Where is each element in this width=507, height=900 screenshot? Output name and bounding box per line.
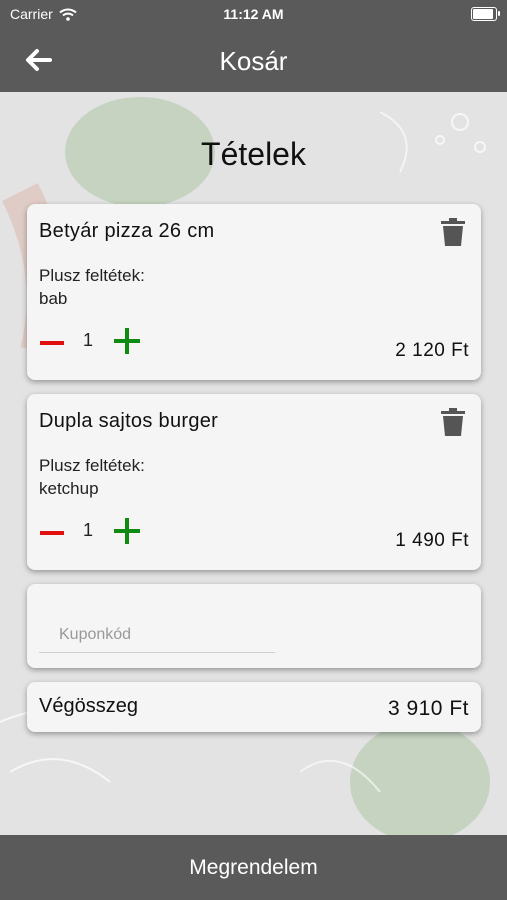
item-name: Betyár pizza 26 cm [39, 220, 215, 242]
decrease-quantity-button[interactable] [39, 520, 65, 546]
quantity-value: 1 [83, 520, 94, 540]
cart-item: Betyár pizza 26 cm Plusz feltétek: bab 1… [27, 204, 481, 380]
decrease-quantity-button[interactable] [39, 330, 65, 356]
item-name: Dupla sajtos burger [39, 410, 219, 432]
extras-value: ketchup [39, 479, 99, 498]
status-bar: Carrier 11:12 AM [0, 0, 507, 28]
extras-value: bab [39, 289, 68, 308]
items-heading: Tételek [201, 136, 306, 172]
item-price: 1 490 Ft [395, 530, 469, 551]
trash-icon[interactable] [441, 408, 465, 436]
coupon-input[interactable] [39, 618, 275, 653]
order-button[interactable]: Megrendelem [0, 835, 507, 900]
page-title: Kosár [219, 46, 288, 76]
increase-quantity-button[interactable] [114, 518, 140, 544]
coupon-card [27, 584, 481, 668]
extras-label: Plusz feltétek: [39, 266, 145, 285]
status-time: 11:12 AM [223, 6, 284, 22]
total-card: Végösszeg 3 910 Ft [27, 682, 481, 732]
trash-icon[interactable] [441, 218, 465, 246]
cart-content: Tételek Betyár pizza 26 cm Plusz feltéte… [0, 92, 507, 835]
total-label: Végösszeg [39, 695, 138, 717]
item-price: 2 120 Ft [395, 340, 469, 361]
nav-bar: Kosár [0, 28, 507, 92]
total-value: 3 910 Ft [387, 697, 469, 720]
increase-quantity-button[interactable] [114, 328, 140, 354]
extras-label: Plusz feltétek: [39, 456, 145, 475]
battery-icon [471, 7, 500, 21]
cart-item: Dupla sajtos burger Plusz feltétek: ketc… [27, 394, 481, 570]
quantity-value: 1 [83, 330, 94, 350]
